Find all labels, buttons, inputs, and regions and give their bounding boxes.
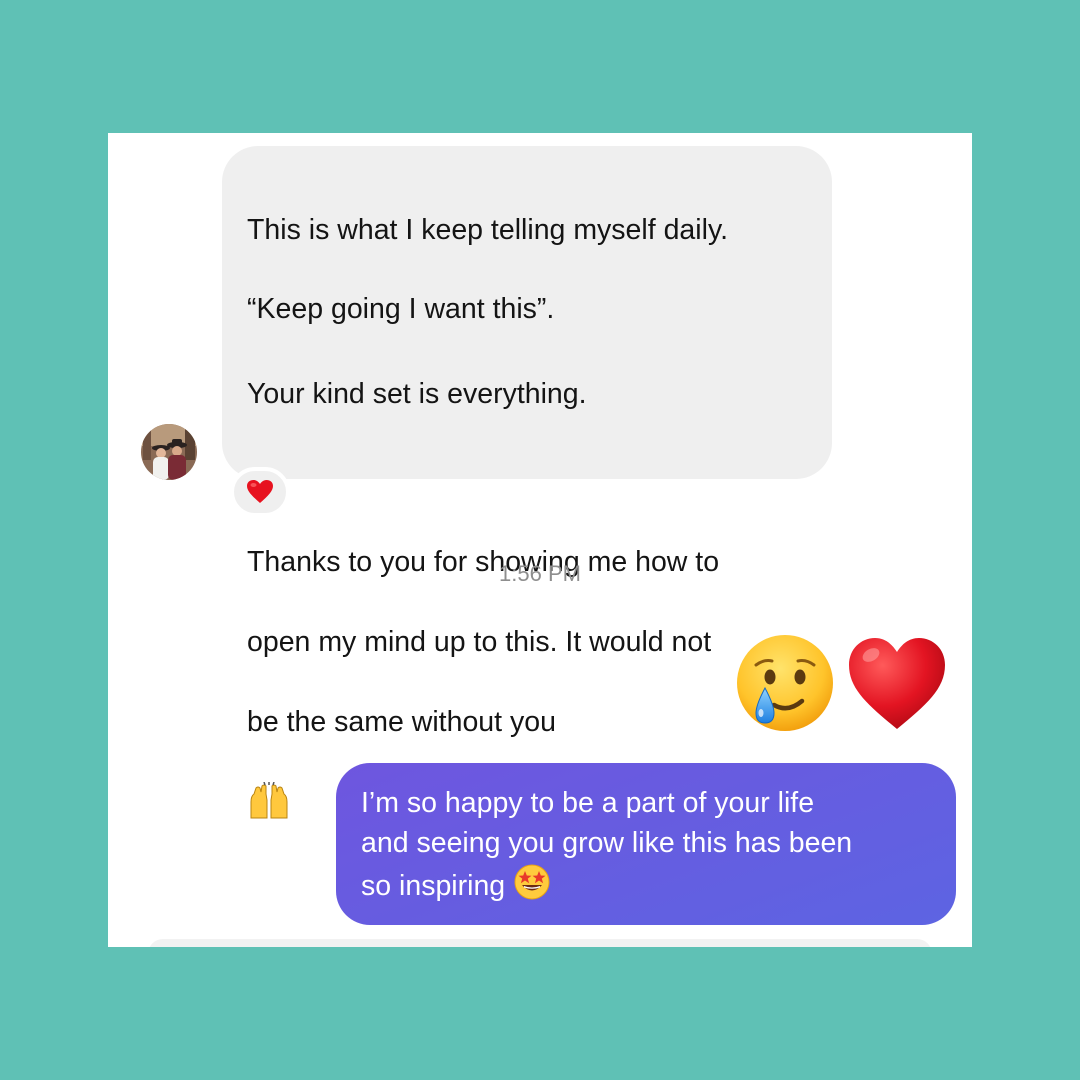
- message-line: I’m so happy to be a part of your life: [361, 787, 815, 819]
- red-heart-icon[interactable]: [846, 633, 948, 735]
- message-line: open my mind up to this. It would not: [247, 626, 712, 658]
- raised-hands-icon: [247, 742, 291, 831]
- chat-screenshot-card: This is what I keep telling myself daily…: [108, 133, 972, 947]
- message-line: so inspiring: [361, 870, 506, 902]
- message-composer-edge: [148, 939, 932, 947]
- sender-avatar[interactable]: [141, 424, 197, 480]
- red-heart-icon: [247, 480, 273, 503]
- message-line: “Keep going I want this”.: [247, 293, 555, 325]
- smiling-face-with-tear-icon[interactable]: [734, 633, 836, 735]
- message-line: and seeing you grow like this has been: [361, 827, 853, 859]
- heart-reaction[interactable]: [230, 467, 290, 517]
- star-struck-icon: [513, 863, 551, 912]
- message-line: This is what I keep telling myself daily…: [247, 214, 728, 246]
- message-line-last: so inspiring: [361, 863, 932, 912]
- message-line: be the same without you: [247, 706, 556, 738]
- message-timestamp: 1:56 PM: [499, 561, 581, 586]
- incoming-message-bubble[interactable]: This is what I keep telling myself daily…: [222, 146, 832, 819]
- avatar-photo: [141, 424, 197, 480]
- message-line: Your kind set is everything.: [247, 378, 587, 410]
- outgoing-message-bubble[interactable]: I’m so happy to be a part of your life a…: [336, 763, 956, 925]
